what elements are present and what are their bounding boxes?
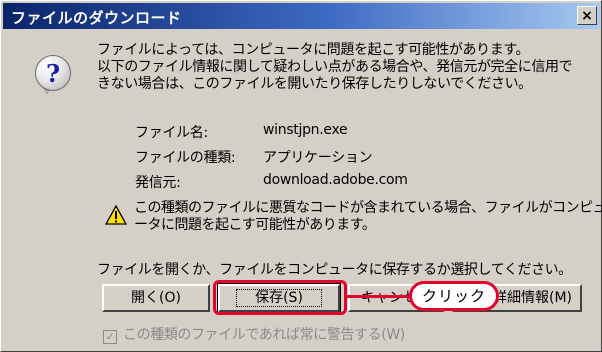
file-name-label: ファイル名: xyxy=(135,125,208,141)
checkbox-check-icon[interactable]: ✓ xyxy=(103,330,117,344)
file-type-value: アプリケーション xyxy=(263,150,373,166)
warning-line: ータに問題を起こす可能性があります。 xyxy=(134,217,376,233)
close-button[interactable]: × xyxy=(577,6,597,25)
source-value: download.adobe.com xyxy=(263,172,408,188)
dialog-title: ファイルのダウンロード xyxy=(11,9,182,27)
file-type-label: ファイルの種類: xyxy=(135,150,236,166)
close-icon: × xyxy=(581,8,593,24)
always-warn-checkbox[interactable]: ✓ この種類のファイルであれば常に警告する(W) xyxy=(103,324,405,344)
warning-icon xyxy=(105,205,127,225)
security-message: ファイルによっては、コンピュータに問題を起こす可能性があります。 以下のファイル… xyxy=(97,42,587,93)
details-button-label: 詳細情報(M) xyxy=(492,290,572,306)
message-line: 以下のファイル情報に関して疑わしい点がある場合や、発信元が完全に信用で xyxy=(97,59,573,75)
open-button[interactable]: 開く(O) xyxy=(102,284,210,312)
message-line: ファイルによっては、コンピュータに問題を起こす可能性があります。 xyxy=(97,42,530,58)
source-label: 発信元: xyxy=(135,175,181,191)
warning-line: この種類のファイルに悪質なコードが含まれている場合、ファイルがコンピュ xyxy=(134,200,602,216)
choice-prompt: ファイルを開くか、ファイルをコンピュータに保存するか選択してください。 xyxy=(97,262,572,278)
click-callout: クリック xyxy=(409,281,499,311)
save-button-highlight xyxy=(213,280,347,315)
message-line: きない場合は、このファイルを開いたり保存したりしないでください。 xyxy=(97,76,532,92)
question-icon: ? xyxy=(35,55,71,91)
file-name-value: winstjpn.exe xyxy=(263,122,348,138)
title-bar[interactable]: ファイルのダウンロード × xyxy=(3,3,600,29)
always-warn-label: この種類のファイルであれば常に警告する(W) xyxy=(123,327,405,343)
download-dialog: ファイルのダウンロード × ? ファイルによっては、コンピュータに問題を起こす可… xyxy=(0,0,602,352)
callout-connector xyxy=(346,295,412,298)
warning-message: この種類のファイルに悪質なコードが含まれている場合、ファイルがコンピュ ータに問… xyxy=(134,200,602,234)
open-button-label: 開く(O) xyxy=(131,290,181,306)
